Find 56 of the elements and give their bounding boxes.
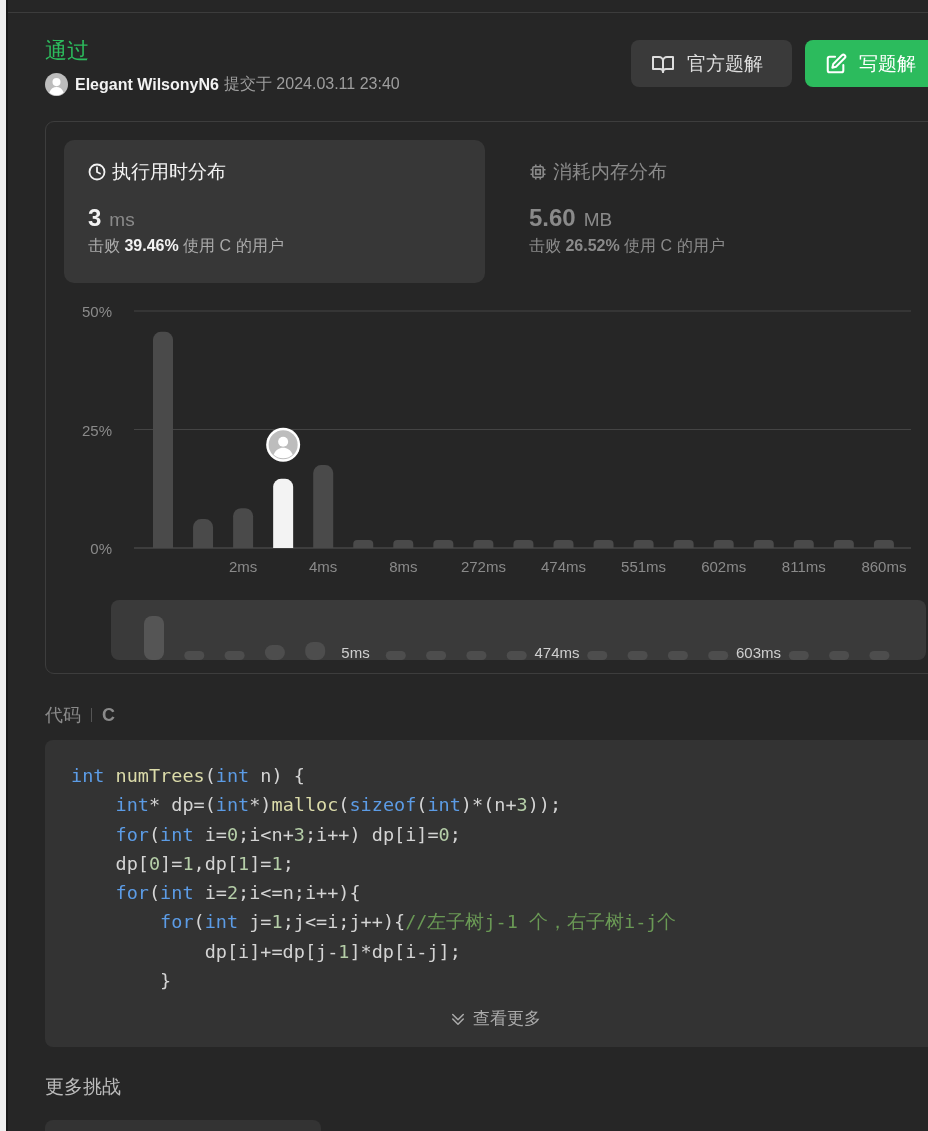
stat-tab[interactable]: 消耗内存分布 5.60 MB 击败 26.52% 使用 C 的用户 (505, 140, 926, 283)
code-line: dp[i]+=dp[j-1]*dp[i-j]; (203, 939, 461, 964)
user-avatar-icon (266, 427, 301, 462)
mini-bar (708, 651, 729, 660)
x-axis-label: 860ms (861, 558, 907, 575)
mini-bar (587, 651, 608, 660)
mini-bar (305, 642, 326, 660)
y-axis-label: 50% (81, 303, 112, 320)
mini-bar (184, 651, 205, 660)
chip-icon (529, 163, 547, 181)
code-line: for(int j=1;j<=i;j++){//左子树j-1 个，右子树i-j个 (159, 910, 677, 935)
x-axis-label: 4ms (309, 558, 338, 575)
mini-bar (667, 651, 688, 660)
x-axis-label: 602ms (701, 558, 747, 575)
mini-bar (385, 651, 406, 660)
mini-bar (264, 645, 285, 660)
section-title: 更多挑战 (45, 1075, 122, 1099)
x-axis-label: 474ms (541, 558, 586, 575)
mini-bar (466, 651, 487, 660)
histogram-bar[interactable] (273, 478, 294, 548)
mini-bar (224, 651, 245, 660)
x-axis-label: 811ms (781, 558, 826, 575)
code-line: int* dp=(int*)malloc(sizeof(int)*(n+3)); (114, 793, 562, 818)
stat-tab[interactable]: 执行用时分布 3 ms 击败 39.46% 使用 C 的用户 (64, 140, 485, 283)
mini-bar (869, 651, 890, 660)
edit-icon (825, 52, 847, 75)
mini-bar (829, 651, 850, 660)
y-axis-label: 25% (81, 421, 112, 439)
code-line: int numTrees(int n) { (71, 764, 305, 788)
show-more-button[interactable]: 查看更多 (445, 1005, 545, 1033)
code-line: for(int i=0;i<n+3;i++) dp[i]=0; (114, 822, 461, 847)
language-label: C (102, 704, 115, 726)
x-axis-label: 2ms (228, 558, 258, 575)
code-label: 代码 (45, 704, 81, 727)
avatar-icon (45, 73, 68, 96)
user-name: Elegant WilsonyN6 (75, 75, 219, 94)
mini-bar (426, 651, 447, 660)
mini-bar (788, 651, 809, 660)
mini-bar (627, 651, 648, 660)
code-line: for(int i=2;i<=n;i++){ (114, 881, 361, 906)
x-axis-label: 8ms (389, 558, 418, 575)
status-text: 通过 (45, 37, 90, 65)
range-label: 5ms (341, 644, 370, 660)
submitted-time: 提交于 2024.03.11 23:40 (223, 74, 400, 94)
mini-bar (506, 651, 527, 660)
range-label: 603ms (736, 644, 781, 660)
solutions-button[interactable]: 官方题解 (631, 40, 792, 87)
range-label: 474ms (534, 644, 580, 660)
code-line: dp[0]=1,dp[1]=1; (114, 851, 294, 876)
x-axis-label: 272ms (460, 558, 506, 575)
range-selector[interactable]: 5ms 474ms 603ms (111, 600, 926, 660)
y-axis-label: 0% (90, 540, 112, 557)
clock-icon (88, 163, 106, 181)
code-line: } (159, 969, 172, 994)
mini-bar (144, 616, 164, 660)
x-axis-label: 551ms (621, 558, 667, 575)
